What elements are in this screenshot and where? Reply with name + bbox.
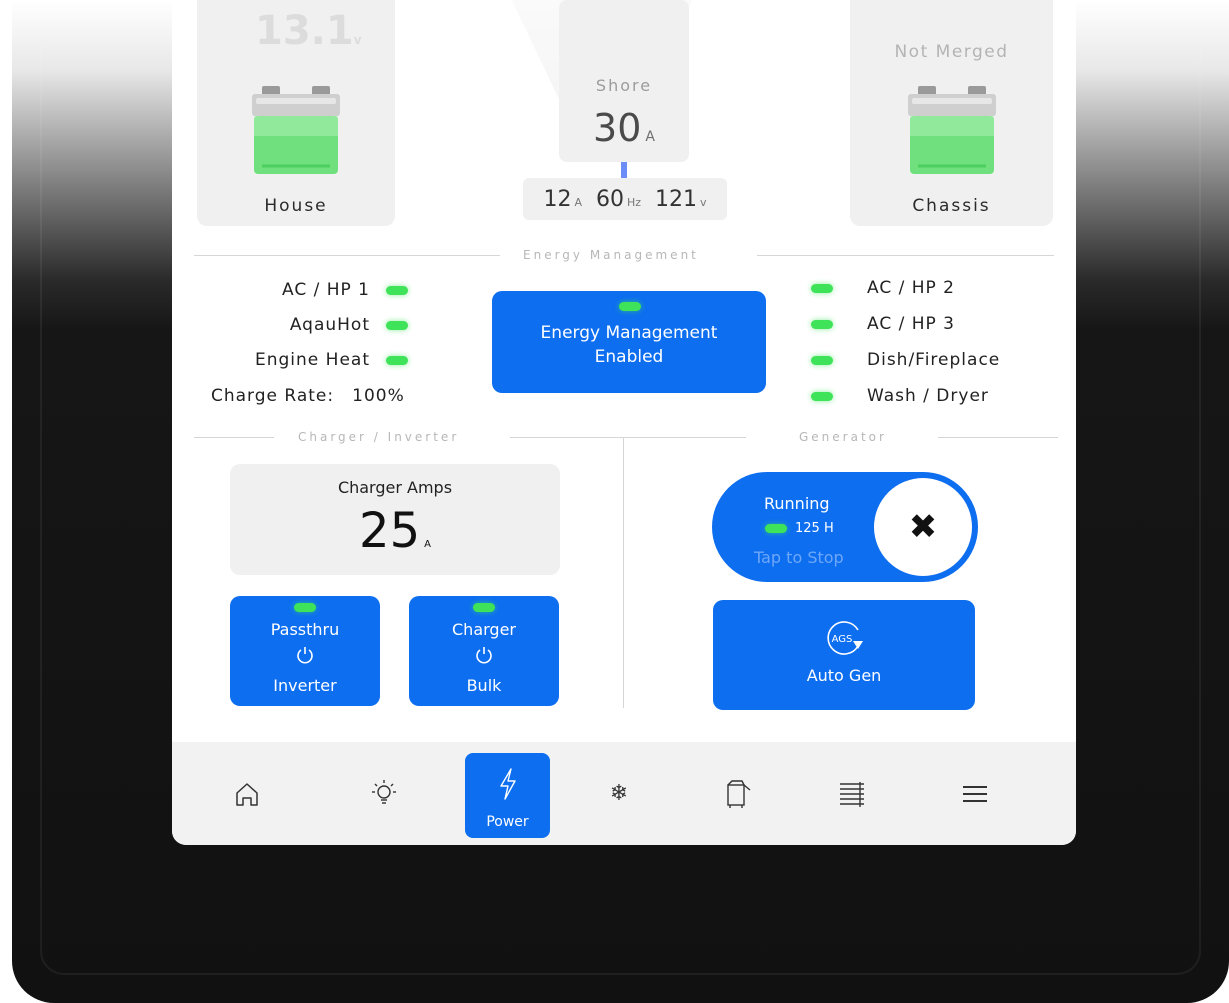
shore-title: Shore [595, 76, 653, 95]
charger-stage: Bulk [466, 676, 502, 695]
energy-management-title: Energy Management [540, 323, 718, 343]
power-nav-button[interactable]: Power [465, 753, 550, 838]
battery-icon [252, 86, 340, 174]
status-led [619, 302, 641, 311]
status-led [811, 391, 833, 401]
charge-rate: Charge Rate: 100% [211, 386, 405, 406]
generator-toggle[interactable]: Running 125 H Tap to Stop ✖ [712, 472, 978, 582]
shore-current-reading: 12 A [543, 186, 582, 212]
charger-amps-value: 25 A [359, 503, 431, 559]
house-label: House [264, 196, 328, 216]
inverter-mode: Passthru [270, 620, 340, 639]
status-led [811, 355, 833, 365]
close-icon[interactable]: ✖ [874, 478, 972, 576]
right-load-list: AC / HP 2 AC / HP 3 Dish/Fireplace Wash … [811, 278, 1061, 408]
shades-icon[interactable] [809, 742, 895, 845]
column-divider [623, 438, 624, 708]
load-row[interactable]: AC / HP 3 [811, 314, 955, 334]
status-led [811, 283, 833, 293]
light-bulb-icon[interactable] [341, 742, 427, 845]
load-row[interactable]: AqauHot [290, 315, 408, 335]
section-title-charger: Charger / Inverter [298, 430, 460, 444]
load-row[interactable]: AC / HP 2 [811, 278, 955, 298]
divider [194, 255, 500, 256]
power-icon [409, 645, 559, 670]
energy-management-state: Enabled [594, 347, 664, 367]
status-led [765, 524, 787, 533]
slideout-icon[interactable] [695, 742, 781, 845]
merge-status: Not Merged [894, 42, 1009, 62]
home-icon[interactable] [204, 742, 290, 845]
menu-icon[interactable] [932, 742, 1018, 845]
charger-amps-title: Charger Amps [337, 478, 453, 497]
status-led [473, 603, 495, 612]
status-led [294, 603, 316, 612]
house-voltage: 13.1v [255, 8, 362, 54]
energy-management-button[interactable]: Energy Management Enabled [492, 291, 766, 393]
auto-gen-button[interactable]: AGS Auto Gen [713, 600, 975, 710]
shore-frequency-reading: 60 Hz [595, 186, 642, 212]
shore-voltage-reading: 121 v [655, 186, 707, 212]
control-screen: 13.1v House Shore 30 A 12 A 60 Hz 121 v Not … [172, 0, 1076, 845]
inverter-label: Inverter [273, 676, 337, 695]
ags-icon: AGS [822, 616, 866, 660]
left-load-list: AC / HP 1 AqauHot Engine Heat [212, 280, 408, 380]
generator-hours: 125 H [765, 521, 834, 536]
house-battery-card[interactable]: 13.1v House [197, 0, 395, 226]
battery-icon [907, 86, 996, 174]
status-led [386, 355, 408, 365]
shore-readings: 12 A 60 Hz 121 v [523, 178, 727, 220]
divider [757, 255, 1054, 256]
power-icon [230, 645, 380, 670]
power-bolt-icon [499, 768, 516, 800]
generator-hint: Tap to Stop [754, 548, 844, 567]
charger-label: Charger [452, 620, 516, 639]
generator-state: Running [764, 494, 830, 513]
divider [194, 437, 274, 438]
load-row[interactable]: AC / HP 1 [282, 280, 408, 300]
shore-amps: 30 A [593, 106, 655, 150]
shore-link-bar [621, 162, 627, 178]
load-row[interactable]: Wash / Dryer [811, 386, 989, 406]
snowflake-icon[interactable]: ❄ [576, 742, 662, 845]
chassis-label: Chassis [912, 196, 991, 216]
svg-text:AGS: AGS [832, 634, 853, 645]
section-title-generator: Generator [799, 430, 887, 444]
load-row[interactable]: Dish/Fireplace [811, 350, 1000, 370]
charger-amps-panel: Charger Amps 25 A [230, 464, 560, 575]
status-led [386, 285, 408, 295]
section-title-energy: Energy Management [523, 248, 699, 262]
power-nav-label: Power [486, 814, 529, 830]
status-led [386, 320, 408, 330]
charger-button[interactable]: Charger Bulk [409, 596, 559, 706]
auto-gen-label: Auto Gen [806, 666, 882, 685]
status-led [811, 319, 833, 329]
load-row[interactable]: Engine Heat [255, 350, 408, 370]
shore-power-card[interactable]: Shore 30 A [559, 0, 689, 162]
divider [938, 437, 1058, 438]
divider [510, 437, 746, 438]
chassis-battery-card[interactable]: Not Merged Chassis [850, 0, 1053, 226]
inverter-button[interactable]: Passthru Inverter [230, 596, 380, 706]
bottom-nav: Power ❄ [172, 742, 1076, 845]
